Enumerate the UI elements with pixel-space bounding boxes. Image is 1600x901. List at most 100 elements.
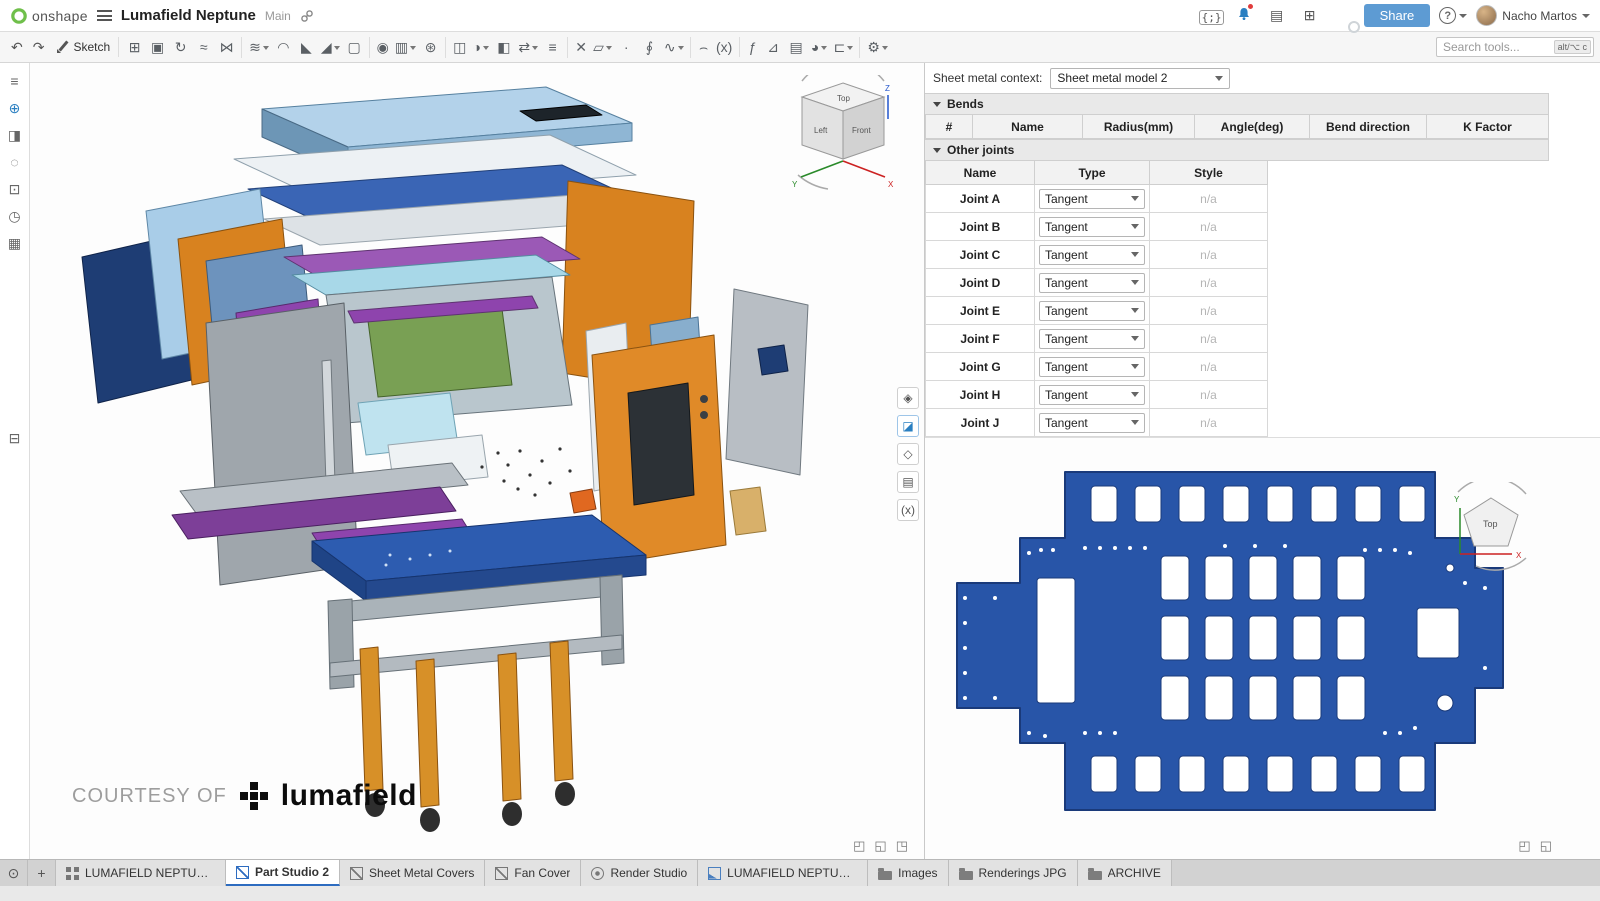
fit-view-icon[interactable]: ◱ [1540,838,1552,854]
flat-pattern-viewport[interactable]: Top Y X ◰◱ [925,437,1600,859]
sweep-icon[interactable]: ≈ [192,37,215,57]
revolve-icon[interactable]: ↻ [169,37,192,58]
flat-view-cube[interactable]: Top Y X [1446,482,1536,572]
split-icon[interactable]: ◧ [492,37,515,58]
shortcut-badge: alt/⌥ c [1554,40,1591,54]
loft-icon[interactable]: ⋈ [215,37,238,58]
appearance-icon[interactable]: ◕ [808,37,831,57]
joint-type-select[interactable]: Tangent [1039,189,1145,209]
joint-type-select[interactable]: Tangent [1039,245,1145,265]
plane-icon[interactable]: ▱ [590,37,615,58]
appearance-panel-icon[interactable]: ◨ [8,127,21,143]
extrude-icon[interactable]: ▣ [146,37,169,58]
delete-face-icon[interactable]: ✕ [567,37,590,58]
view-cube[interactable]: Top Left Front X Y Z [788,75,898,195]
table-row: Joint CTangentn/a [925,241,1268,269]
doc-tab-archive[interactable]: ARCHIVE [1078,860,1172,886]
doc-tab-lumafield-neptune[interactable]: LUMAFIELD NEPTUNE ... [698,860,868,886]
parts-icon[interactable]: ⊡ [9,181,21,197]
viewcube-left-label[interactable]: Left [814,126,828,135]
app-store-icon[interactable]: ⊞ [1298,7,1322,24]
doc-tab-part-studio-2[interactable]: Part Studio 2 [226,860,340,886]
material-icon[interactable]: ▤ [785,37,808,58]
hole-icon[interactable]: ◉ [369,37,392,58]
outline-toggle-icon[interactable]: ⊟ [9,430,21,447]
joint-type-select[interactable]: Tangent [1039,329,1145,349]
link-icon[interactable] [300,9,314,23]
orthographic-view-icon[interactable]: ◱ [874,838,886,854]
bends-section-header[interactable]: Bends [925,93,1549,115]
comments-icon[interactable]: ◌ [10,154,18,170]
display-mode-icon[interactable]: ◈ [897,387,919,409]
sheet-metal-icon[interactable]: ⊏ [831,37,857,58]
help-menu[interactable]: ? [1439,7,1467,24]
fit-view-icon[interactable]: ◳ [896,838,908,854]
viewcube-front-label[interactable]: Front [852,126,871,135]
joint-type-select[interactable]: Tangent [1039,413,1145,433]
feature-list-icon[interactable]: ≡ [10,73,18,89]
section-view-icon[interactable]: ◪ [897,415,919,437]
insert-icon[interactable]: ⊞ [123,37,146,58]
offset-surface-icon[interactable]: ≡ [541,37,564,57]
named-views-icon[interactable]: ▤ [897,471,919,493]
help-icon: ? [1439,7,1456,24]
onshape-logo[interactable]: onshape [10,7,88,25]
point-icon[interactable]: ∙ [615,37,638,57]
doc-tab-renderings-jpg[interactable]: Renderings JPG [949,860,1078,886]
move-face-icon[interactable]: ⇄ [515,37,541,58]
project-curve-icon[interactable]: ⌢ [690,37,713,58]
history-icon[interactable]: ◷ [8,208,20,224]
shell-icon[interactable]: ▢ [343,37,366,58]
flat-corner-icons: ◰◱ [1518,838,1552,854]
manage-tabs-button[interactable]: ⊙ [0,860,28,886]
doc-tab-images[interactable]: Images [868,860,948,886]
add-tab-button[interactable]: + [28,860,56,886]
branch-label[interactable]: Main [265,9,291,23]
sheet-metal-context-select[interactable]: Sheet metal model 2 [1050,68,1230,89]
settings-gear-icon[interactable]: ⚙ [859,37,891,58]
exploded-view-icon[interactable]: ◇ [897,443,919,465]
notifications-bell-icon[interactable] [1232,6,1256,25]
transform-icon[interactable]: ⊕ [9,100,21,116]
draft-icon[interactable]: ◢ [318,37,343,58]
featurescript-icon[interactable]: ƒ [739,37,762,57]
isometric-view-icon[interactable]: ◰ [1518,838,1530,854]
document-title[interactable]: Lumafield Neptune [121,7,256,24]
featurescript-icon[interactable]: {;} [1199,8,1223,24]
chamfer-icon[interactable]: ◣ [295,37,318,58]
custom-tables-icon[interactable]: ▦ [8,235,21,251]
joint-type-select[interactable]: Tangent [1039,217,1145,237]
variable-icon[interactable]: (x) [713,37,736,57]
joint-type-select[interactable]: Tangent [1039,357,1145,377]
viewcube-top-label[interactable]: Top [837,94,850,103]
isometric-view-icon[interactable]: ◰ [853,838,865,854]
share-button[interactable]: Share [1364,4,1431,27]
joint-type-select[interactable]: Tangent [1039,385,1145,405]
boolean-icon[interactable]: ◑ [469,37,492,57]
mirror-icon[interactable]: ◫ [445,37,469,58]
sketch-button[interactable]: Sketch [49,37,119,57]
doc-tab-fan-cover[interactable]: Fan Cover [485,860,581,886]
doc-tab-render-studio[interactable]: Render Studio [581,860,698,886]
redo-button[interactable]: ↷ [28,37,50,58]
joint-type-select[interactable]: Tangent [1039,301,1145,321]
variables-icon[interactable]: (x) [897,499,919,521]
other-joints-section-header[interactable]: Other joints [925,139,1549,161]
3d-viewport[interactable]: Top Left Front X Y Z ◈◪◇▤(x) ◰◱◳ COURTES… [30,63,924,859]
helix-icon[interactable]: ∮ [638,37,661,58]
measure-icon[interactable]: ⊿ [762,37,785,58]
doc-tab-sheet-metal-covers[interactable]: Sheet Metal Covers [340,860,485,886]
user-menu[interactable]: Nacho Martos [1476,5,1590,26]
journal-icon[interactable]: ▤ [1265,7,1289,24]
joint-type-select[interactable]: Tangent [1039,273,1145,293]
flat-viewcube-top-label[interactable]: Top [1483,519,1498,529]
spline-icon[interactable]: ∿ [661,37,687,58]
circular-pattern-icon[interactable]: ⊛ [419,37,442,58]
linear-pattern-icon[interactable]: ▥ [392,37,419,58]
joint-style-cell: n/a [1150,381,1268,409]
fillet-icon[interactable]: ◠ [272,37,295,58]
undo-button[interactable]: ↶ [6,37,28,58]
doc-tab-lumafield-neptune[interactable]: LUMAFIELD NEPTUNE ... [56,860,226,886]
thicken-icon[interactable]: ≋ [241,37,272,58]
main-menu-icon[interactable] [97,10,112,21]
